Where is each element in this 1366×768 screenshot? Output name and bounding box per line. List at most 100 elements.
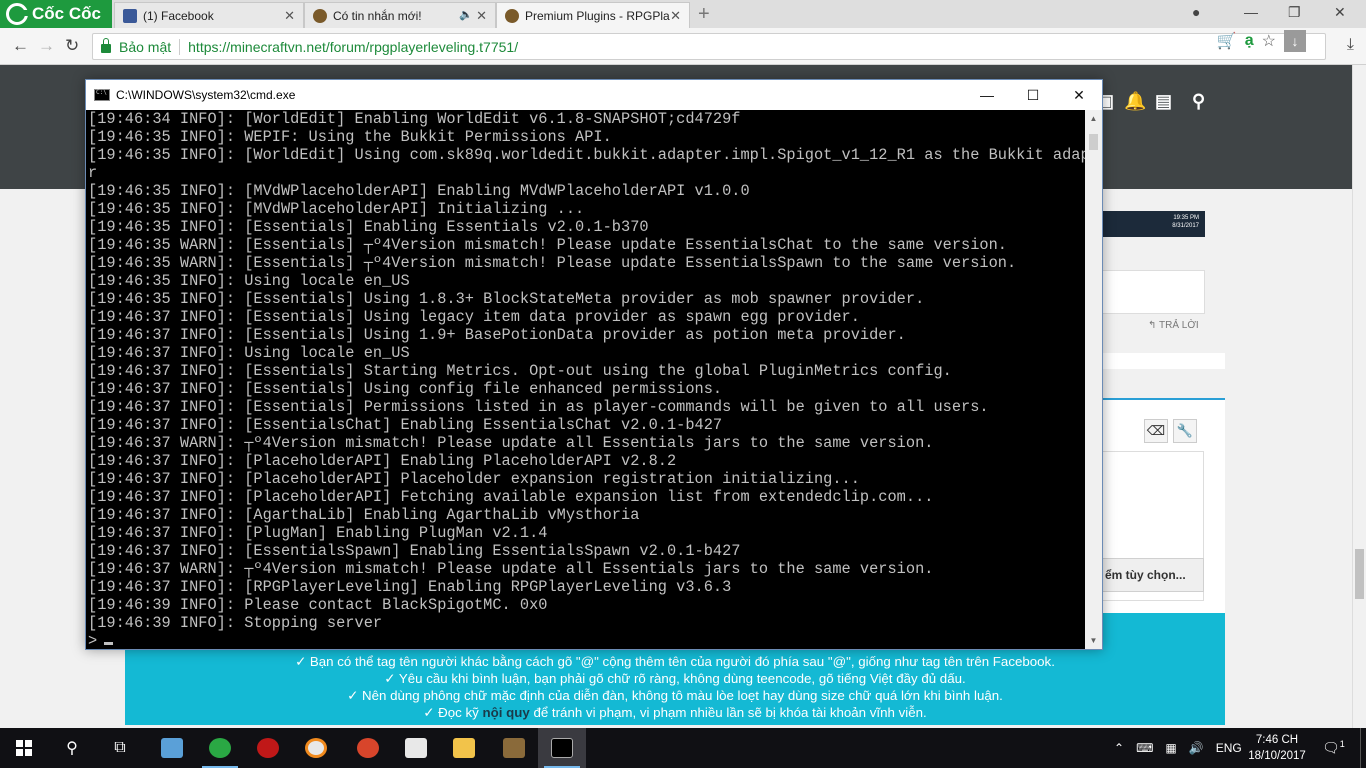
minimize-browser-icon[interactable]: — <box>1244 4 1258 20</box>
browser-tab-bar: Cốc Cốc (1) Facebook ✕ Có tin nhắn mới! … <box>0 0 1366 28</box>
close-browser-icon[interactable]: ✕ <box>1334 4 1346 21</box>
notification-count: 1 <box>1339 739 1345 749</box>
show-hidden-icons[interactable]: ⌃ <box>1114 741 1124 755</box>
page-scroll-thumb[interactable] <box>1355 549 1364 599</box>
console-scrollbar[interactable]: ▲ ▼ <box>1085 110 1102 649</box>
new-tab-button[interactable]: + <box>698 3 710 26</box>
console-line: [19:46:35 WARN]: [Essentials] ┬º4Version… <box>88 254 1017 272</box>
console-lines: [19:46:34 INFO]: [WorldEdit] Enabling Wo… <box>86 110 1085 649</box>
console-line: [19:46:37 INFO]: [AgarthaLib] Enabling A… <box>88 506 640 524</box>
tab-messages[interactable]: Có tin nhắn mới! 🔈 ✕ <box>304 2 496 28</box>
reply-label: TRẢ LỜI <box>1158 320 1199 331</box>
taskbar-minecraft[interactable] <box>490 728 538 768</box>
taskbar-overwatch[interactable] <box>292 728 340 768</box>
reload-button[interactable]: ↻ <box>65 36 79 56</box>
taskbar-pc[interactable] <box>148 728 196 768</box>
restore-browser-icon[interactable]: ❐ <box>1288 4 1301 21</box>
console-line: [19:46:34 INFO]: [WorldEdit] Enabling Wo… <box>88 110 741 128</box>
rules-link[interactable]: nội quy <box>482 705 529 720</box>
bookmark-star-icon[interactable]: ☆ <box>1262 31 1276 51</box>
input-method-icon[interactable]: ⌨ <box>1136 741 1153 755</box>
facebook-icon <box>123 8 137 23</box>
search-button[interactable]: ⚲ <box>48 728 96 768</box>
console-line: [19:46:37 INFO]: [Essentials] Using 1.9+… <box>88 326 906 344</box>
close-icon[interactable]: ✕ <box>1056 84 1102 106</box>
security-label[interactable]: Bảo mật <box>119 39 171 55</box>
console-line: [19:46:37 INFO]: [PlaceholderAPI] Fetchi… <box>88 488 934 506</box>
console-line: [19:46:37 INFO]: [EssentialsChat] Enabli… <box>88 416 723 434</box>
console-output[interactable]: [19:46:34 INFO]: [WorldEdit] Enabling Wo… <box>86 110 1085 649</box>
maximize-icon[interactable]: ☐ <box>1010 84 1056 106</box>
close-tab-icon[interactable]: ✕ <box>476 8 487 24</box>
wrench-icon[interactable]: 🔧 <box>1173 419 1197 443</box>
language-indicator[interactable]: ENG <box>1216 741 1242 755</box>
download-button[interactable]: ↓ <box>1284 30 1306 52</box>
thumbnail-time: 19:35 PM <box>1173 215 1199 221</box>
url-text[interactable]: https://minecraftvn.net/forum/rpgplayerl… <box>188 39 518 55</box>
bell-icon[interactable]: 🔔 <box>1124 91 1146 112</box>
back-button[interactable]: ← <box>12 36 29 56</box>
console-line: [19:46:37 INFO]: [EssentialsSpawn] Enabl… <box>88 542 741 560</box>
profile-icon[interactable]: ● <box>1192 4 1200 20</box>
taskbar-coccoc[interactable] <box>196 728 244 768</box>
ccleaner-icon <box>357 738 379 758</box>
download-tray-icon[interactable]: ⤓ <box>1347 36 1354 54</box>
tab-facebook[interactable]: (1) Facebook ✕ <box>114 2 304 28</box>
clock-date: 18/10/2017 <box>1248 750 1306 762</box>
close-tab-icon[interactable]: ✕ <box>670 8 681 24</box>
console-scroll-thumb[interactable] <box>1089 134 1098 150</box>
wallet-icon[interactable]: ▤ <box>1155 91 1172 112</box>
coccoc-menu-button[interactable]: Cốc Cốc <box>0 0 112 28</box>
forward-button[interactable]: → <box>38 36 55 56</box>
page-scrollbar[interactable] <box>1352 65 1366 728</box>
close-tab-icon[interactable]: ✕ <box>284 8 295 24</box>
cmd-icon[interactable] <box>94 89 110 101</box>
more-options-button[interactable]: ểm tùy chọn... <box>1100 558 1204 592</box>
taskbar-app[interactable] <box>392 728 440 768</box>
taskbar-garena[interactable] <box>244 728 292 768</box>
console-line: [19:46:37 INFO]: [RPGPlayerLeveling] Ena… <box>88 578 732 596</box>
clock-time: 7:46 CH <box>1255 734 1299 746</box>
brand-label: Cốc Cốc <box>32 4 101 23</box>
taskbar-cmd[interactable] <box>538 728 586 768</box>
cmd-window: C:\WINDOWS\system32\cmd.exe — ☐ ✕ [19:46… <box>85 79 1103 650</box>
taskbar-clock[interactable]: 7:46 CH 18/10/2017 <box>1244 732 1310 764</box>
rule-text: để tránh vi phạm, vi phạm nhiều lần sẽ b… <box>529 705 927 720</box>
show-desktop-button[interactable] <box>1360 728 1366 768</box>
scroll-up-icon[interactable]: ▲ <box>1085 110 1102 127</box>
taskbar-ccleaner[interactable] <box>344 728 392 768</box>
console-line: [19:46:37 INFO]: [Essentials] Using lega… <box>88 308 860 326</box>
folder-icon <box>453 738 475 758</box>
rule-text: ✓ Đọc kỹ <box>423 705 483 720</box>
search-icon[interactable]: ⚲ <box>1192 91 1205 112</box>
console-line: [19:46:35 INFO]: WEPIF: Using the Bukkit… <box>88 128 612 146</box>
minimize-icon[interactable]: — <box>964 84 1010 106</box>
speaker-icon[interactable]: 🔈 <box>459 8 473 21</box>
start-button[interactable] <box>0 728 48 768</box>
url-bar[interactable]: Bảo mật https://minecraftvn.net/forum/rp… <box>92 33 1326 60</box>
task-view-button[interactable]: ⧉ <box>96 728 144 768</box>
thumbnail-clock: 19:35 PM 8/31/2017 <box>1172 214 1199 230</box>
tab-premium-plugins[interactable]: Premium Plugins - RPGPla ✕ <box>496 2 690 28</box>
console-line: > <box>88 632 1085 649</box>
reply-link[interactable]: ↰ TRẢ LỜI <box>1148 320 1199 331</box>
console-line: [19:46:37 INFO]: [Essentials] Using conf… <box>88 380 723 398</box>
action-center-icon[interactable]: 🗨1 <box>1322 739 1345 757</box>
volume-icon[interactable]: 🔊 <box>1189 741 1204 755</box>
console-line: [19:46:37 INFO]: [PlugMan] Enabling Plug… <box>88 524 548 542</box>
console-line: [19:46:37 WARN]: ┬º4Version mismatch! Pl… <box>88 434 934 452</box>
eraser-icon[interactable]: ⌫ <box>1144 419 1168 443</box>
console-line: [19:46:35 INFO]: [MVdWPlaceholderAPI] En… <box>88 182 750 200</box>
console-line: [19:46:39 INFO]: Please contact BlackSpi… <box>88 596 548 614</box>
omnibox-actions: 🛒 ạ ☆ ↓ <box>1217 30 1306 52</box>
overwatch-icon <box>305 738 327 758</box>
cmd-titlebar[interactable]: C:\WINDOWS\system32\cmd.exe — ☐ ✕ <box>86 80 1102 110</box>
coccoc-icon <box>209 738 231 758</box>
screenshot-thumbnail[interactable]: 19:35 PM 8/31/2017 <box>1102 211 1205 237</box>
cmd-title: C:\WINDOWS\system32\cmd.exe <box>116 88 296 102</box>
network-icon[interactable]: ▦ <box>1165 741 1176 755</box>
vietnamese-input-icon[interactable]: ạ <box>1245 32 1254 50</box>
cart-icon[interactable]: 🛒 <box>1217 31 1237 51</box>
scroll-down-icon[interactable]: ▼ <box>1085 632 1102 649</box>
taskbar-explorer[interactable] <box>440 728 488 768</box>
